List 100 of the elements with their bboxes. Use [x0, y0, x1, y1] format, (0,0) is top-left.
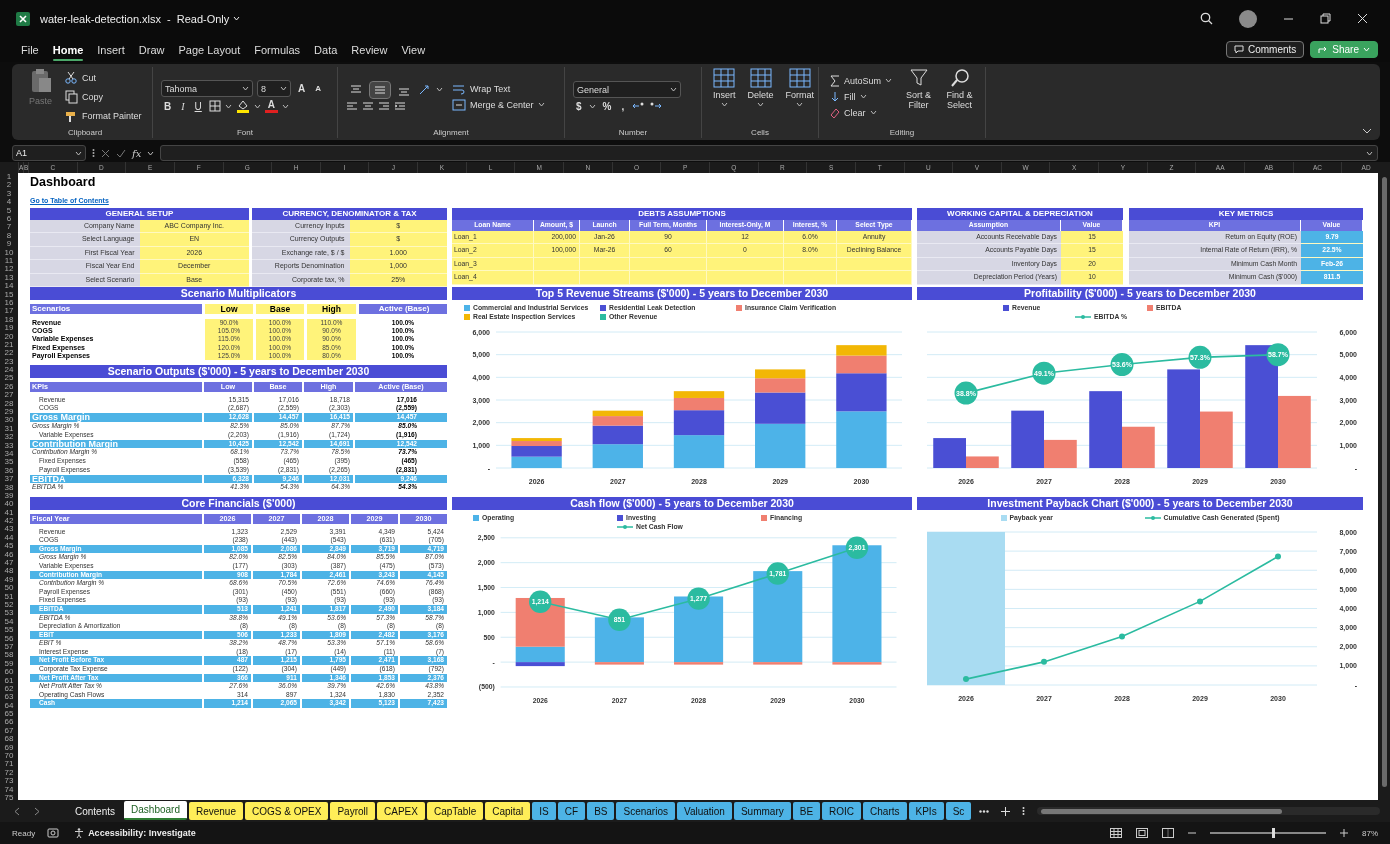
menu-tab[interactable]: Page Layout: [171, 40, 248, 59]
zoom-slider-thumb[interactable]: [1271, 828, 1275, 839]
row-header[interactable]: 5: [0, 206, 18, 216]
menu-tab[interactable]: Draw: [131, 40, 172, 59]
row-header[interactable]: 53: [0, 609, 18, 618]
row-header[interactable]: 17: [0, 307, 18, 316]
row-header[interactable]: 75: [0, 794, 18, 801]
sheet-tab[interactable]: Scenarios: [616, 802, 675, 821]
accessibility-button[interactable]: Accessibility: Investigate: [71, 827, 199, 840]
row-header[interactable]: 72: [0, 768, 18, 778]
menu-tab[interactable]: Review: [344, 40, 395, 59]
number-format-field[interactable]: General: [573, 81, 681, 99]
row-header[interactable]: 62: [0, 684, 18, 694]
row-header[interactable]: 54: [0, 617, 18, 627]
row-header[interactable]: 46: [0, 550, 18, 560]
row-header[interactable]: 12: [0, 265, 18, 274]
row-header[interactable]: 49: [0, 575, 18, 585]
row-header[interactable]: 56: [0, 634, 18, 643]
ribbon-button[interactable]: Insert: [710, 66, 739, 128]
sheet-tab[interactable]: Payroll: [330, 802, 376, 821]
row-header[interactable]: 73: [0, 777, 18, 786]
row-header[interactable]: 11: [0, 257, 18, 266]
sheet-tab[interactable]: Capital: [485, 802, 531, 821]
row-header[interactable]: 20: [0, 332, 18, 341]
row-header[interactable]: 28: [0, 399, 18, 408]
menu-tab[interactable]: Insert: [90, 40, 132, 59]
font-style-button[interactable]: B: [161, 100, 175, 112]
row-header[interactable]: 33: [0, 441, 18, 450]
row-header[interactable]: 36: [0, 466, 18, 476]
row-header[interactable]: 7: [0, 223, 18, 232]
menu-tab[interactable]: Home: [45, 40, 91, 59]
row-header[interactable]: 3: [0, 189, 18, 199]
row-header[interactable]: 50: [0, 584, 18, 593]
wrap-text-button[interactable]: Wrap Text: [449, 81, 548, 96]
row-header[interactable]: 70: [0, 752, 18, 761]
input-cell[interactable]: [707, 271, 784, 285]
row-header[interactable]: 25: [0, 374, 18, 383]
sheet-tab[interactable]: KPIs: [908, 802, 944, 821]
name-box[interactable]: A1: [12, 145, 86, 162]
grow-font-button[interactable]: A: [295, 83, 309, 95]
row-header[interactable]: 65: [0, 710, 18, 719]
row-header[interactable]: 51: [0, 592, 18, 601]
input-cell[interactable]: [534, 271, 580, 285]
row-header[interactable]: 13: [0, 273, 18, 283]
sheet-tab[interactable]: Revenue: [188, 802, 243, 821]
row-header[interactable]: 24: [0, 366, 18, 375]
row-header[interactable]: 16: [0, 298, 18, 308]
ribbon-button[interactable]: Format: [782, 66, 818, 128]
row-header[interactable]: 43: [0, 525, 18, 534]
font-style-button[interactable]: I: [178, 100, 188, 112]
formula-input[interactable]: [160, 145, 1378, 162]
row-header[interactable]: 27: [0, 391, 18, 400]
sheet-tab[interactable]: Sc: [945, 802, 972, 821]
row-header[interactable]: 39: [0, 491, 18, 501]
sheet-tab[interactable]: Charts: [863, 802, 907, 821]
row-header[interactable]: 6: [0, 215, 18, 224]
row-header[interactable]: 26: [0, 382, 18, 392]
sheet-tab[interactable]: CAPEX: [377, 802, 425, 821]
ribbon-button[interactable]: Sort & Filter: [901, 66, 936, 128]
align-button[interactable]: [370, 81, 390, 98]
menu-tab[interactable]: View: [394, 40, 433, 59]
row-header[interactable]: 60: [0, 668, 18, 677]
row-header[interactable]: 19: [0, 324, 18, 333]
row-header[interactable]: 31: [0, 424, 18, 434]
row-header[interactable]: 45: [0, 542, 18, 551]
sheet-tab[interactable]: BE: [792, 802, 821, 821]
row-header[interactable]: 64: [0, 701, 18, 711]
font-size-field[interactable]: 8: [257, 80, 291, 98]
row-header[interactable]: 14: [0, 282, 18, 291]
ribbon-button[interactable]: Find & Select: [942, 66, 977, 128]
row-header[interactable]: 21: [0, 340, 18, 350]
ribbon-button[interactable]: Cut: [61, 69, 145, 87]
row-header[interactable]: 32: [0, 433, 18, 442]
comma-button[interactable]: ,: [618, 100, 628, 112]
menu-tab[interactable]: Data: [307, 40, 345, 59]
ribbon-button[interactable]: Copy: [61, 88, 145, 106]
row-header[interactable]: 59: [0, 659, 18, 669]
ribbon-button[interactable]: Clear: [827, 105, 896, 120]
sheet-tab[interactable]: CapTable: [426, 802, 484, 821]
percent-button[interactable]: %: [599, 100, 615, 112]
sheet-tab[interactable]: Contents: [68, 802, 123, 821]
font-name-field[interactable]: Tahoma: [161, 80, 253, 98]
row-header[interactable]: 67: [0, 726, 18, 736]
row-header[interactable]: 71: [0, 760, 18, 769]
scrollbar-thumb[interactable]: [1381, 177, 1387, 788]
row-header[interactable]: 29: [0, 408, 18, 417]
sheet-tab[interactable]: ROIC: [822, 802, 862, 821]
ribbon-button[interactable]: Format Painter: [61, 107, 145, 125]
row-header[interactable]: 41: [0, 508, 18, 518]
row-header[interactable]: 38: [0, 483, 18, 492]
avatar[interactable]: [1239, 9, 1257, 28]
font-style-button[interactable]: U: [191, 100, 205, 112]
sheet-tab[interactable]: Dashboard: [124, 800, 187, 820]
row-header[interactable]: 44: [0, 533, 18, 543]
row-header[interactable]: 61: [0, 676, 18, 685]
row-header[interactable]: 34: [0, 449, 18, 459]
row-header[interactable]: 57: [0, 642, 18, 652]
row-header[interactable]: 30: [0, 416, 18, 425]
ribbon-button[interactable]: Delete: [744, 66, 777, 128]
row-header[interactable]: 35: [0, 458, 18, 467]
